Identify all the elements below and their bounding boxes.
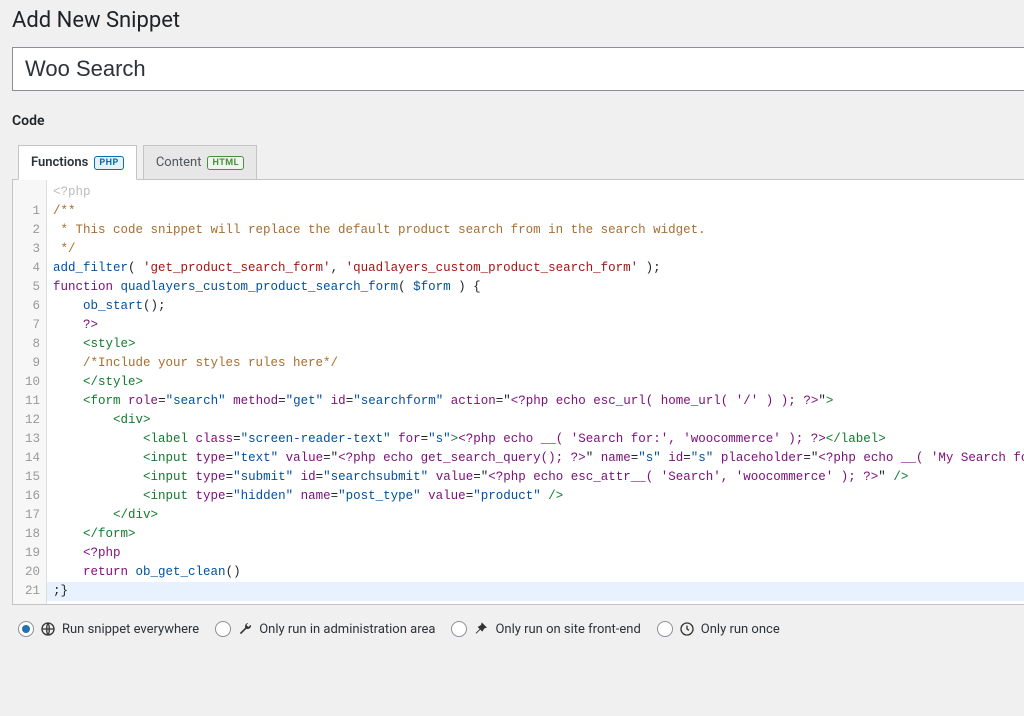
- radio-icon[interactable]: [451, 621, 467, 637]
- code-line[interactable]: add_filter( 'get_product_search_form', '…: [47, 259, 1024, 278]
- code-section-title: Code: [12, 113, 1024, 129]
- scope-label: Only run on site front-end: [495, 622, 640, 637]
- radio-icon[interactable]: [18, 621, 34, 637]
- code-line[interactable]: */: [47, 240, 1024, 259]
- code-line[interactable]: <input type="submit" id="searchsubmit" v…: [47, 468, 1024, 487]
- code-line[interactable]: * This code snippet will replace the def…: [47, 221, 1024, 240]
- scope-label: Run snippet everywhere: [62, 622, 199, 637]
- tab-functions-label: Functions: [31, 155, 88, 170]
- code-tabs: Functions PHP Content HTML: [12, 145, 1024, 179]
- scope-option-everywhere[interactable]: Run snippet everywhere: [18, 621, 199, 637]
- scope-option-frontend[interactable]: Only run on site front-end: [451, 621, 640, 637]
- code-line[interactable]: ;}: [47, 582, 1024, 601]
- code-line[interactable]: </form>: [47, 525, 1024, 544]
- tab-content[interactable]: Content HTML: [143, 145, 257, 180]
- tab-functions[interactable]: Functions PHP: [18, 145, 137, 180]
- radio-icon[interactable]: [215, 621, 231, 637]
- code-line[interactable]: <form role="search" method="get" id="sea…: [47, 392, 1024, 411]
- code-line[interactable]: <input type="text" value="<?php echo get…: [47, 449, 1024, 468]
- scope-label: Only run in administration area: [259, 622, 435, 637]
- radio-icon[interactable]: [657, 621, 673, 637]
- scope-option-once[interactable]: Only run once: [657, 621, 780, 637]
- code-line[interactable]: <style>: [47, 335, 1024, 354]
- clock-icon: [679, 621, 695, 637]
- page-title: Add New Snippet: [12, 8, 1024, 33]
- pin-icon: [473, 621, 489, 637]
- wrench-icon: [237, 621, 253, 637]
- code-line[interactable]: return ob_get_clean(): [47, 563, 1024, 582]
- badge-php-icon: PHP: [94, 156, 123, 170]
- code-line[interactable]: /**: [47, 202, 1024, 221]
- scope-label: Only run once: [701, 622, 780, 637]
- snippet-title-input[interactable]: [12, 47, 1024, 91]
- tab-content-label: Content: [156, 155, 202, 170]
- scope-option-admin[interactable]: Only run in administration area: [215, 621, 435, 637]
- code-editor[interactable]: 123456789101112131415161718192021 <?php /…: [12, 179, 1024, 605]
- badge-html-icon: HTML: [207, 156, 244, 170]
- code-line[interactable]: function quadlayers_custom_product_searc…: [47, 278, 1024, 297]
- code-line[interactable]: ob_start();: [47, 297, 1024, 316]
- code-line[interactable]: <label class="screen-reader-text" for="s…: [47, 430, 1024, 449]
- code-line[interactable]: <?php: [47, 544, 1024, 563]
- code-lines[interactable]: <?php /** * This code snippet will replac…: [47, 180, 1024, 604]
- scope-options: Run snippet everywhere Only run in admini…: [18, 621, 1024, 637]
- globe-icon: [40, 621, 56, 637]
- code-line[interactable]: <div>: [47, 411, 1024, 430]
- line-gutter: 123456789101112131415161718192021: [13, 180, 47, 604]
- code-line[interactable]: ?>: [47, 316, 1024, 335]
- code-line[interactable]: </style>: [47, 373, 1024, 392]
- code-line[interactable]: </div>: [47, 506, 1024, 525]
- code-line[interactable]: /*Include your styles rules here*/: [47, 354, 1024, 373]
- code-line[interactable]: <input type="hidden" name="post_type" va…: [47, 487, 1024, 506]
